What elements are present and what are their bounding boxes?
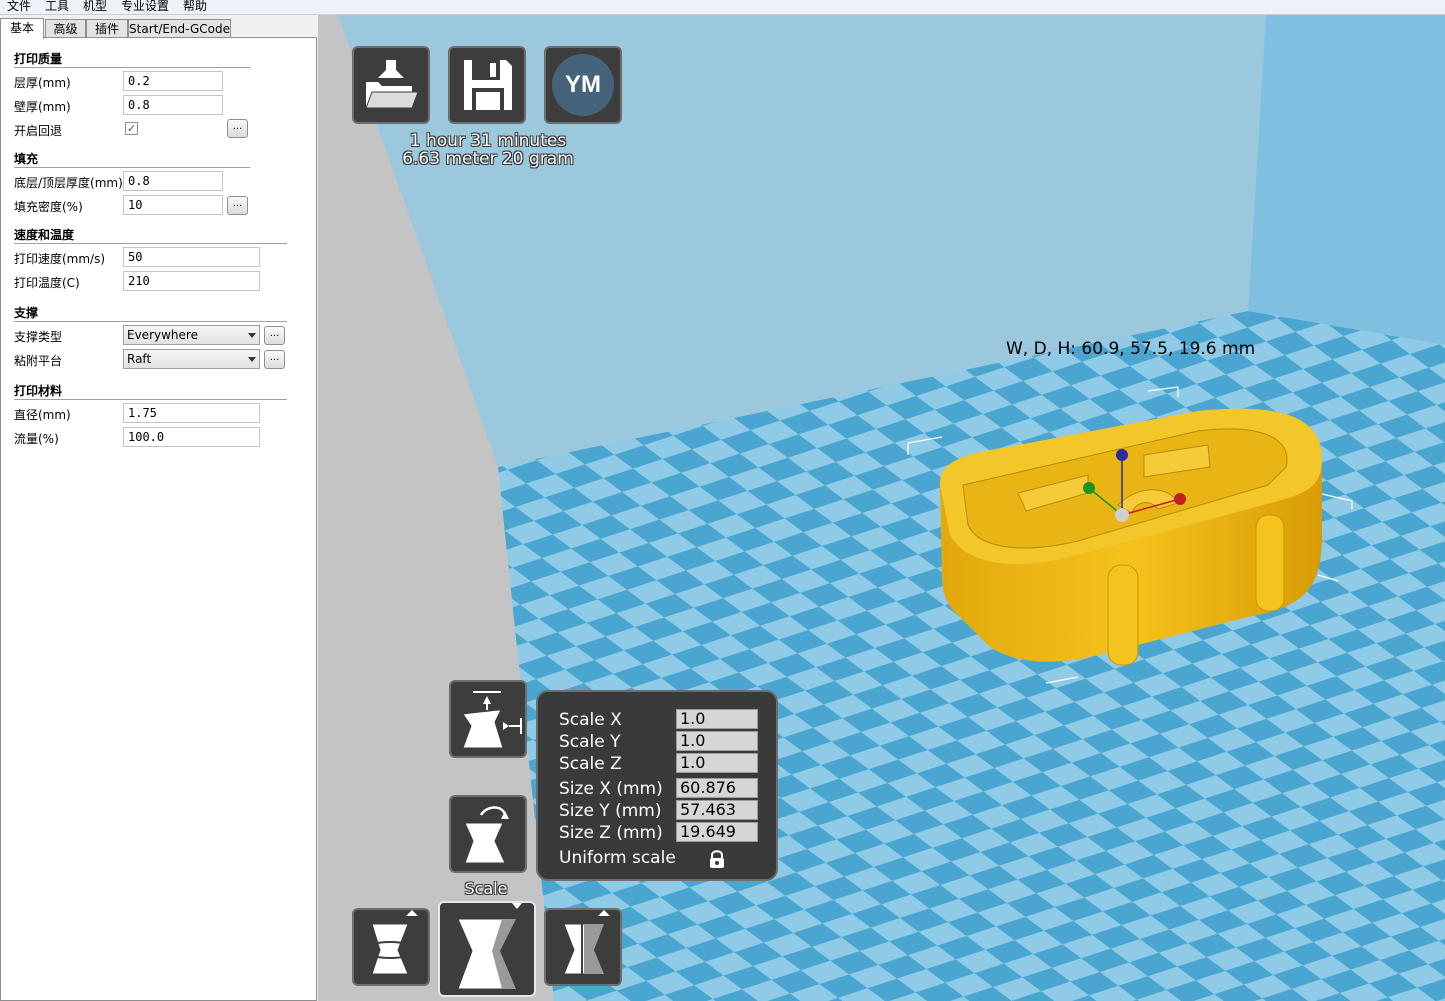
lock-icon[interactable]	[708, 849, 726, 869]
save-button[interactable]	[448, 46, 526, 124]
tab-plugins[interactable]: 插件	[86, 19, 128, 37]
menu-help[interactable]: 帮助	[183, 0, 207, 13]
mirror-icon	[563, 910, 610, 980]
settings-tabs: 基本 高级 插件 Start/End-GCode	[0, 18, 318, 39]
settings-body: 打印质量 层厚(mm) 0.2 壁厚(mm) 0.8 开启回退 ✓ ... 填充…	[0, 37, 317, 1001]
section-title-material: 打印材料	[14, 384, 63, 398]
print-material: 6.63 meter 20 gram	[402, 149, 574, 169]
adhesion-value: Raft	[127, 352, 152, 366]
flow-input[interactable]: 100.0	[123, 427, 260, 447]
print-speed-input[interactable]: 50	[123, 247, 260, 267]
tab-gcode[interactable]: Start/End-GCode	[128, 19, 231, 37]
section-title-fill: 填充	[14, 152, 39, 166]
mirror-tool-button[interactable]	[544, 908, 622, 986]
3d-viewport[interactable]: YM 1 hour 31 minutes 6.63 meter 20 gram …	[318, 15, 1445, 1001]
uniform-scale-label: Uniform scale	[559, 848, 676, 868]
scale-tool-label: Scale	[464, 879, 508, 898]
scale-z-label: Scale Z	[559, 754, 622, 774]
rotate-tool-button[interactable]	[352, 908, 430, 986]
scale-x-label: Scale X	[559, 710, 622, 730]
scale-z-input[interactable]: 1.0	[676, 753, 758, 773]
section-title-support: 支撑	[14, 306, 39, 320]
rotate-icon	[363, 910, 418, 975]
settings-panel: 基本 高级 插件 Start/End-GCode 打印质量 层厚(mm) 0.2…	[0, 15, 318, 1001]
divider	[14, 243, 287, 244]
dropdown-arrow-icon	[248, 357, 256, 362]
scale-panel: Scale X 1.0 Scale Y 1.0 Scale Z 1.0 Size…	[536, 690, 778, 881]
divider	[14, 399, 287, 400]
diameter-input[interactable]: 1.75	[123, 403, 260, 423]
print-temp-input[interactable]: 210	[123, 271, 260, 291]
label-bottom-top-thickness: 底层/顶层厚度(mm)	[14, 176, 123, 190]
youmagine-button[interactable]: YM	[544, 46, 622, 124]
label-fill-density: 填充密度(%)	[14, 200, 83, 214]
menu-expert[interactable]: 专业设置	[121, 0, 169, 13]
size-y-label: Size Y (mm)	[559, 801, 662, 821]
fill-settings-button[interactable]: ...	[227, 196, 248, 215]
tab-advanced[interactable]: 高级	[45, 19, 86, 37]
scale-y-input[interactable]: 1.0	[676, 731, 758, 751]
print-time: 1 hour 31 minutes	[409, 131, 567, 151]
youmagine-logo-icon: YM	[552, 54, 614, 116]
label-flow: 流量(%)	[14, 432, 59, 446]
label-print-temp: 打印温度(C)	[14, 276, 80, 290]
bottom-top-thickness-input[interactable]: 0.8	[123, 171, 223, 191]
right-wall	[1248, 15, 1445, 345]
floppy-disk-icon	[464, 60, 512, 110]
size-z-input[interactable]: 19.649	[676, 822, 758, 842]
fill-density-input[interactable]: 10	[123, 195, 223, 215]
divider	[14, 321, 287, 322]
label-adhesion: 粘附平台	[14, 354, 63, 368]
size-x-input[interactable]: 60.876	[676, 778, 758, 798]
lay-flat-icon	[462, 691, 522, 749]
reset-rotation-icon	[464, 806, 509, 864]
retraction-checkbox[interactable]: ✓	[125, 122, 138, 135]
lay-flat-button[interactable]	[449, 680, 527, 758]
menu-tools[interactable]: 工具	[45, 0, 69, 13]
scale-tool-button[interactable]	[438, 901, 536, 997]
load-button[interactable]	[352, 46, 430, 124]
support-type-value: Everywhere	[127, 328, 198, 342]
rotate-reset-button[interactable]	[449, 795, 527, 873]
support-settings-button[interactable]: ...	[264, 326, 285, 345]
layer-height-input[interactable]: 0.2	[123, 71, 223, 91]
retraction-settings-button[interactable]: ...	[227, 119, 248, 138]
size-y-input[interactable]: 57.463	[676, 800, 758, 820]
shell-thickness-input[interactable]: 0.8	[123, 95, 223, 115]
tab-basic[interactable]: 基本	[0, 18, 44, 39]
section-title-quality: 打印质量	[14, 52, 63, 66]
size-z-label: Size Z (mm)	[559, 823, 663, 843]
label-layer-height: 层厚(mm)	[14, 76, 71, 90]
label-diameter: 直径(mm)	[14, 408, 71, 422]
divider	[14, 167, 250, 168]
section-title-speed: 速度和温度	[14, 228, 75, 242]
label-retraction: 开启回退	[14, 124, 63, 138]
model-dimensions: W, D, H: 60.9, 57.5, 19.6 mm	[1006, 339, 1256, 359]
label-shell-thickness: 壁厚(mm)	[14, 100, 71, 114]
adhesion-settings-button[interactable]: ...	[264, 350, 285, 369]
load-model-icon	[365, 60, 419, 109]
menu-file[interactable]: 文件	[7, 0, 31, 13]
scale-icon	[457, 903, 522, 990]
menu-bar: 文件 工具 机型 专业设置 帮助	[0, 0, 1445, 15]
scale-x-input[interactable]: 1.0	[676, 709, 758, 729]
menu-machine[interactable]: 机型	[83, 0, 107, 13]
dropdown-arrow-icon	[248, 333, 256, 338]
size-x-label: Size X (mm)	[559, 779, 663, 799]
label-support-type: 支撑类型	[14, 330, 63, 344]
divider	[14, 67, 250, 68]
scale-y-label: Scale Y	[559, 732, 621, 752]
support-type-select[interactable]: Everywhere	[123, 325, 260, 345]
adhesion-select[interactable]: Raft	[123, 349, 260, 369]
label-print-speed: 打印速度(mm/s)	[14, 252, 106, 266]
